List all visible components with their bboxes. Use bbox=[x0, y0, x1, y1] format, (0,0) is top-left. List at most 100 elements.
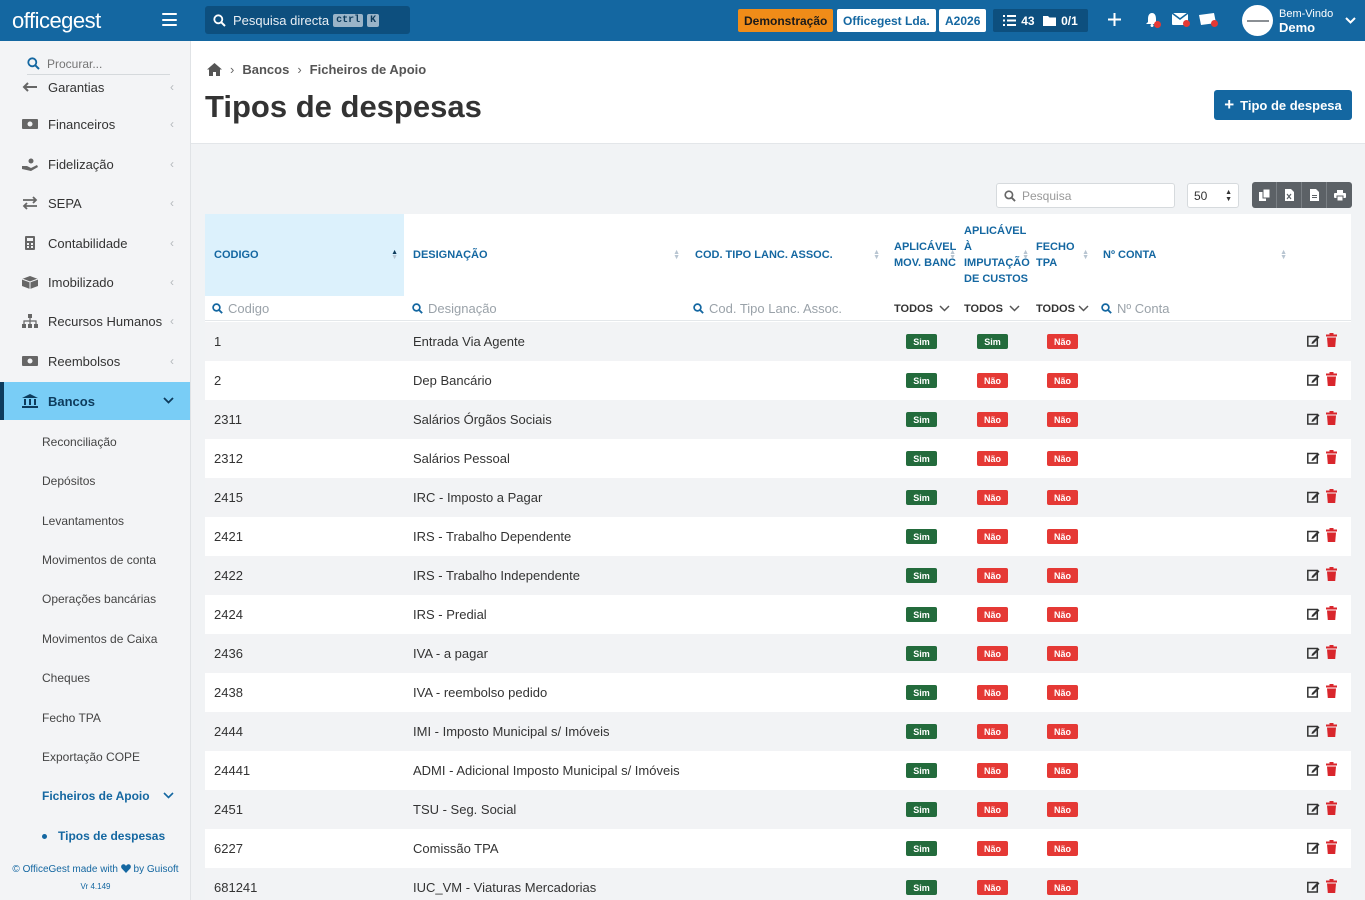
counters-badge[interactable]: 43 0/1 bbox=[993, 9, 1088, 32]
trash-icon[interactable] bbox=[1326, 411, 1337, 425]
table-row[interactable]: 6227 Comissão TPA Sim Não Não bbox=[205, 829, 1351, 868]
table-row[interactable]: 2424 IRS - Predial Sim Não Não bbox=[205, 595, 1351, 634]
copy-button[interactable] bbox=[1252, 182, 1277, 208]
trash-icon[interactable] bbox=[1326, 333, 1337, 347]
header-fecho-tpa[interactable]: FECHO TPA ▲ ▼ bbox=[1029, 214, 1093, 296]
table-row[interactable]: 2444 IMI - Imposto Municipal s/ Imóveis Si… bbox=[205, 712, 1351, 751]
edit-icon[interactable] bbox=[1307, 685, 1320, 698]
sidebar-subitem-ficheiros-apoio[interactable]: Ficheiros de Apoio bbox=[0, 776, 190, 815]
table-row[interactable]: 2422 IRS - Trabalho Independente Sim Não Não bbox=[205, 556, 1351, 595]
edit-icon[interactable] bbox=[1307, 646, 1320, 659]
trash-icon[interactable] bbox=[1326, 840, 1337, 854]
edit-icon[interactable] bbox=[1307, 607, 1320, 620]
table-row[interactable]: 2438 IVA - reembolso pedido Sim Não Não bbox=[205, 673, 1351, 712]
sidebar-subitem-cheques[interactable]: Cheques bbox=[0, 658, 190, 697]
header-aplicavel-mov-banc[interactable]: APLICÁVEL MOV. BANC ▲ ▼ bbox=[886, 214, 956, 296]
breadcrumb-bancos[interactable]: Bancos bbox=[242, 62, 289, 77]
table-row[interactable]: 681241 IUC_VM - Viaturas Mercadorias Sim Nã… bbox=[205, 868, 1351, 900]
header-aplicavel-imputacao[interactable]: APLICÁVEL À IMPUTAÇÃO DE CUSTOS ▲ ▼ bbox=[956, 214, 1030, 296]
trash-icon[interactable] bbox=[1326, 879, 1337, 893]
filter-designacao[interactable]: Designação bbox=[412, 296, 682, 321]
table-row[interactable]: 1 Entrada Via Agente Sim Sim Não bbox=[205, 322, 1351, 361]
sidebar-item-imobilizado[interactable]: Imobilizado ‹ bbox=[0, 262, 190, 302]
tickets-button[interactable] bbox=[1199, 13, 1219, 29]
user-menu[interactable]: Bem-Vindo Demo bbox=[1242, 5, 1356, 36]
sidebar-item-recursos-humanos[interactable]: Recursos Humanos ‹ bbox=[0, 301, 190, 341]
sidebar-subitem-reconciliacao[interactable]: Reconciliação bbox=[0, 422, 190, 461]
trash-icon[interactable] bbox=[1326, 606, 1337, 620]
demo-badge[interactable]: Demonstração bbox=[738, 9, 834, 32]
tasks-counter[interactable]: 43 bbox=[1003, 14, 1035, 28]
header-codigo[interactable]: CODIGO ▲ ▼ bbox=[205, 214, 404, 296]
table-row[interactable]: 2436 IVA - a pagar Sim Não Não bbox=[205, 634, 1351, 673]
trash-icon[interactable] bbox=[1326, 723, 1337, 737]
trash-icon[interactable] bbox=[1326, 762, 1337, 776]
edit-icon[interactable] bbox=[1307, 529, 1320, 542]
sidebar-subsubitem-tipos-despesas[interactable]: Tipos de despesas bbox=[0, 818, 190, 854]
edit-icon[interactable] bbox=[1307, 412, 1320, 425]
excel-button[interactable] bbox=[1277, 182, 1302, 208]
edit-icon[interactable] bbox=[1307, 841, 1320, 854]
header-cod-tipo-lanc[interactable]: COD. TIPO LANC. ASSOC. ▲ ▼ bbox=[686, 214, 886, 296]
table-row[interactable]: 2311 Salários Órgãos Sociais Sim Não Não bbox=[205, 400, 1351, 439]
table-row[interactable]: 2312 Salários Pessoal Sim Não Não bbox=[205, 439, 1351, 478]
breadcrumb-ficheiros-apoio[interactable]: Ficheiros de Apoio bbox=[310, 62, 427, 77]
sidebar-subitem-levantamentos[interactable]: Levantamentos bbox=[0, 501, 190, 540]
edit-icon[interactable] bbox=[1307, 880, 1320, 893]
page-size-select[interactable]: 50 ▲ ▼ bbox=[1187, 183, 1239, 208]
header-n-conta[interactable]: Nº CONTA ▲ ▼ bbox=[1093, 214, 1293, 296]
table-search-input[interactable]: Pesquisa bbox=[996, 183, 1175, 208]
sidebar-item-garantias[interactable]: Garantias ‹ bbox=[0, 68, 190, 104]
sidebar-subitem-exportacao-cope[interactable]: Exportação COPE bbox=[0, 737, 190, 776]
app-logo[interactable]: officegest bbox=[12, 8, 101, 34]
year-badge[interactable]: A2026 bbox=[939, 9, 987, 32]
sidebar-item-fidelizacao[interactable]: Fidelização ‹ bbox=[0, 144, 190, 184]
table-row[interactable]: 24441 ADMI - Adicional Imposto Municipal … bbox=[205, 751, 1351, 790]
trash-icon[interactable] bbox=[1326, 645, 1337, 659]
trash-icon[interactable] bbox=[1326, 450, 1337, 464]
filter-codigo[interactable]: Codigo bbox=[212, 296, 402, 321]
sidebar-subitem-fecho-tpa[interactable]: Fecho TPA bbox=[0, 698, 190, 737]
header-designacao[interactable]: DESIGNAÇÃO ▲ ▼ bbox=[404, 214, 686, 296]
trash-icon[interactable] bbox=[1326, 528, 1337, 542]
sidebar-item-financeiros[interactable]: Financeiros ‹ bbox=[0, 104, 190, 144]
table-row[interactable]: 2 Dep Bancário Sim Não Não bbox=[205, 361, 1351, 400]
edit-icon[interactable] bbox=[1307, 724, 1320, 737]
filter-fecho-tpa-select[interactable]: TODOS bbox=[1036, 296, 1089, 321]
hamburger-menu-icon[interactable] bbox=[162, 13, 177, 26]
sidebar-subitem-operacoes-bancarias[interactable]: Operações bancárias bbox=[0, 579, 190, 618]
edit-icon[interactable] bbox=[1307, 568, 1320, 581]
sidebar-item-sepa[interactable]: SEPA ‹ bbox=[0, 183, 190, 223]
edit-icon[interactable] bbox=[1307, 334, 1320, 347]
sidebar-subitem-movimentos-caixa[interactable]: Movimentos de Caixa bbox=[0, 619, 190, 658]
filter-imputacao-select[interactable]: TODOS bbox=[964, 296, 1020, 321]
trash-icon[interactable] bbox=[1326, 567, 1337, 581]
edit-icon[interactable] bbox=[1307, 490, 1320, 503]
trash-icon[interactable] bbox=[1326, 801, 1337, 815]
filter-cod-tipo-lanc[interactable]: Cod. Tipo Lanc. Assoc. bbox=[693, 296, 883, 321]
filter-n-conta[interactable]: Nº Conta bbox=[1101, 296, 1291, 321]
table-row[interactable]: 2451 TSU - Seg. Social Sim Não Não bbox=[205, 790, 1351, 829]
table-row[interactable]: 2415 IRC - Imposto a Pagar Sim Não Não bbox=[205, 478, 1351, 517]
global-search-input[interactable]: Pesquisa directa ctrl K bbox=[205, 6, 410, 34]
edit-icon[interactable] bbox=[1307, 451, 1320, 464]
sidebar-item-contabilidade[interactable]: Contabilidade ‹ bbox=[0, 223, 190, 263]
plus-icon[interactable] bbox=[1108, 13, 1121, 26]
trash-icon[interactable] bbox=[1326, 684, 1337, 698]
edit-icon[interactable] bbox=[1307, 373, 1320, 386]
filter-mov-banc-select[interactable]: TODOS bbox=[894, 296, 950, 321]
csv-button[interactable] bbox=[1302, 182, 1327, 208]
sidebar-subitem-depositos[interactable]: Depósitos bbox=[0, 461, 190, 500]
edit-icon[interactable] bbox=[1307, 802, 1320, 815]
sidebar-subitem-movimentos-conta[interactable]: Movimentos de conta bbox=[0, 540, 190, 579]
home-icon[interactable] bbox=[207, 63, 222, 76]
company-badge[interactable]: Officegest Lda. bbox=[837, 9, 936, 32]
sidebar-item-bancos[interactable]: Bancos bbox=[0, 382, 190, 420]
print-button[interactable] bbox=[1327, 182, 1352, 208]
notifications-button[interactable] bbox=[1145, 13, 1161, 29]
add-expense-type-button[interactable]: + Tipo de despesa bbox=[1214, 90, 1352, 120]
sidebar-item-reembolsos[interactable]: Reembolsos ‹ bbox=[0, 341, 190, 381]
folder-counter[interactable]: 0/1 bbox=[1043, 14, 1078, 28]
trash-icon[interactable] bbox=[1326, 372, 1337, 386]
edit-icon[interactable] bbox=[1307, 763, 1320, 776]
